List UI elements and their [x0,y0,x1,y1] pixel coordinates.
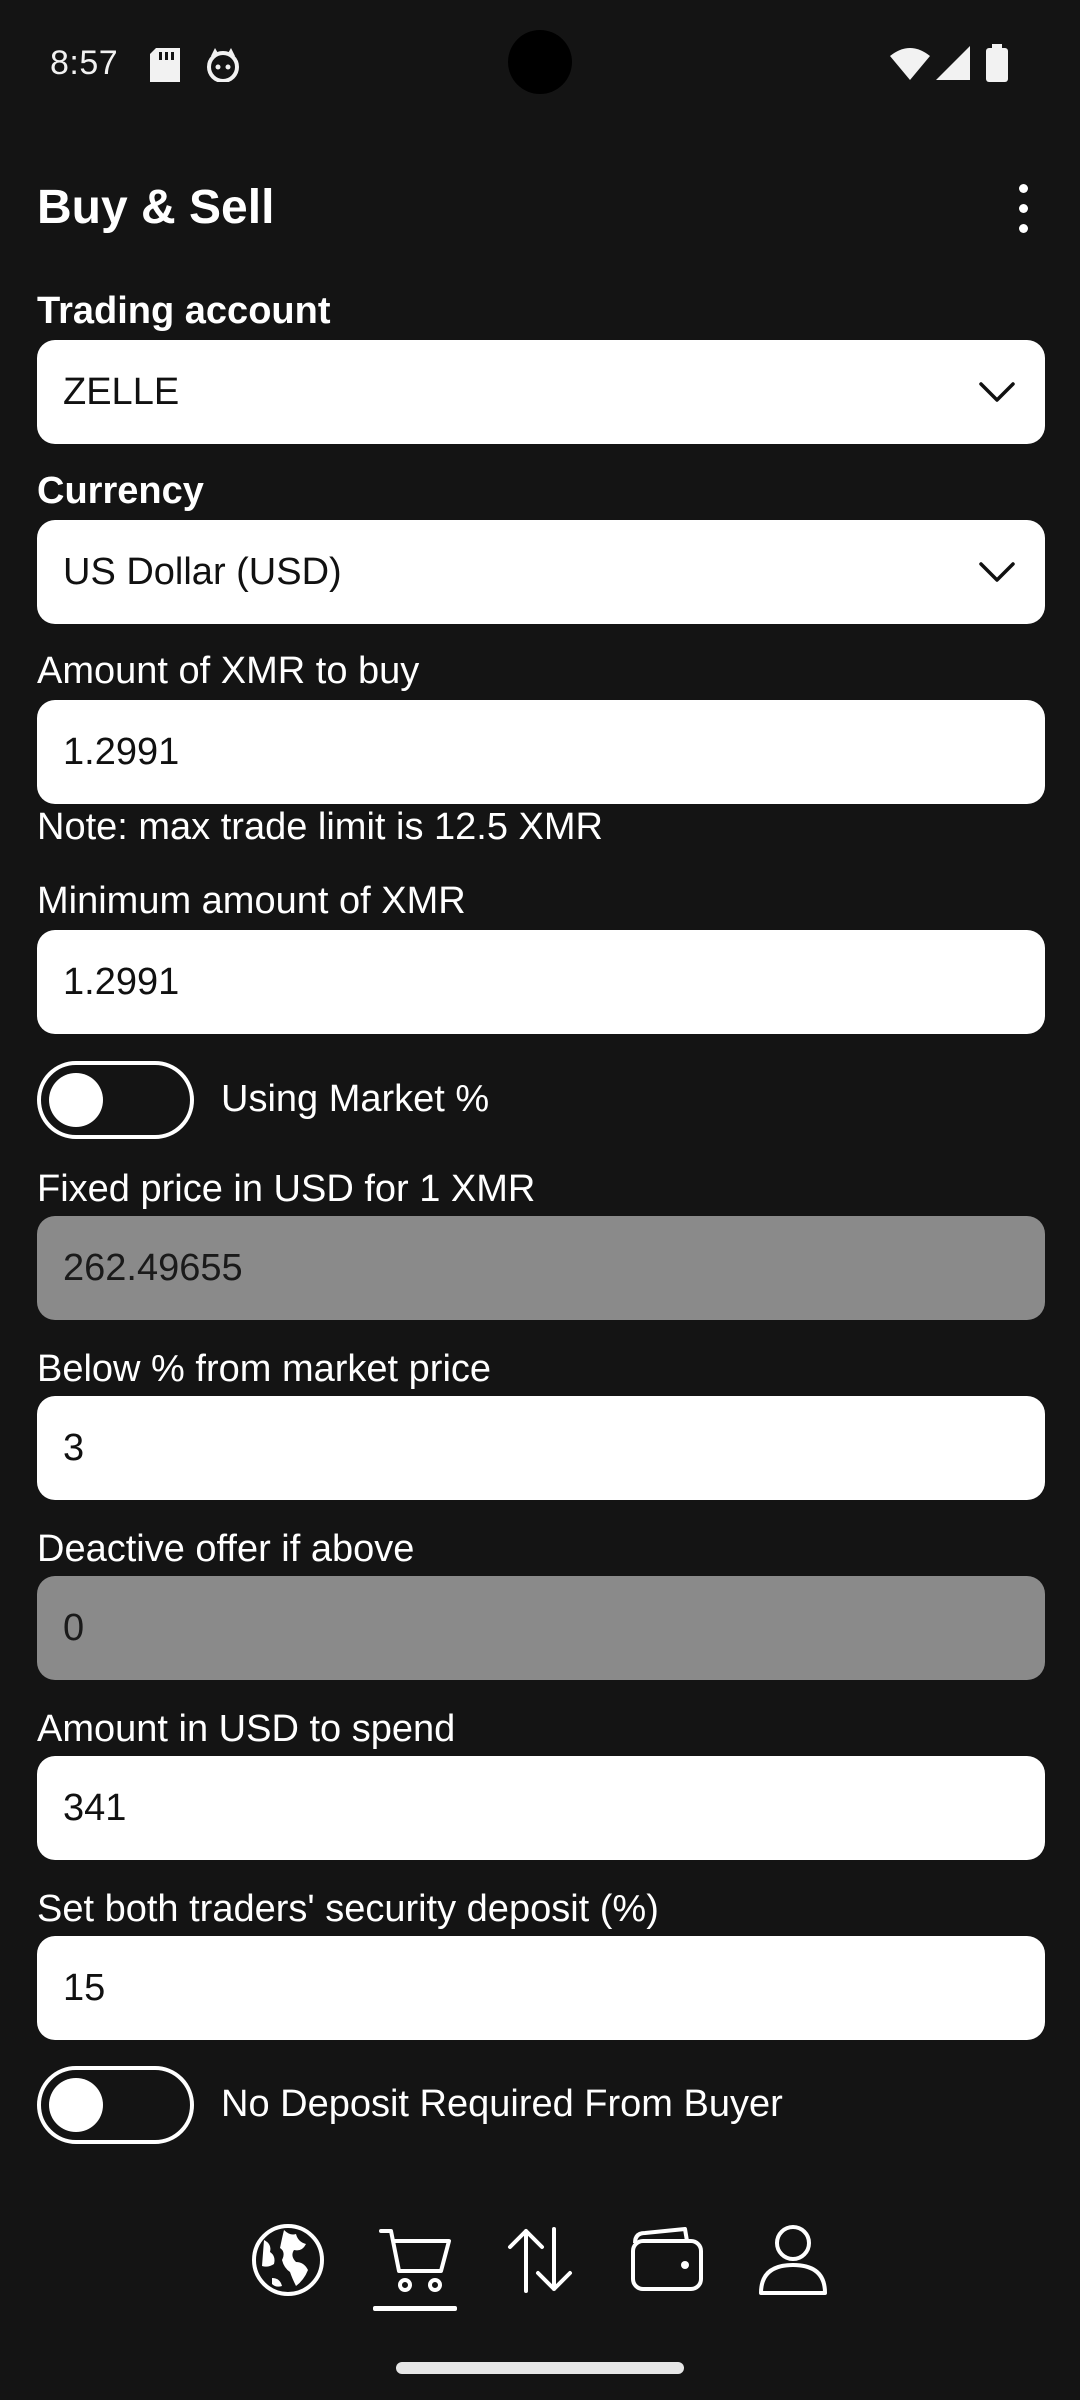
currency-value: US Dollar (USD) [63,550,342,593]
page-title: Buy & Sell [37,181,275,234]
no-deposit-label: No Deposit Required From Buyer [221,2083,783,2125]
home-indicator[interactable] [396,2362,684,2374]
nav-markets[interactable] [238,2210,338,2310]
amount-xmr-label: Amount of XMR to buy [37,650,420,692]
below-market-label: Below % from market price [37,1348,492,1390]
amount-xmr-value: 1.2991 [63,730,180,773]
currency-select[interactable]: US Dollar (USD) [37,520,1045,624]
chevron-down-icon [979,382,1015,402]
min-amount-xmr-value: 1.2991 [63,960,180,1003]
toggle-knob [49,1073,103,1127]
amount-xmr-input[interactable]: 1.2991 [37,700,1045,804]
fixed-price-label: Fixed price in USD for 1 XMR [37,1168,536,1210]
below-market-value: 3 [63,1426,85,1469]
deactivate-above-label: Deactive offer if above [37,1528,415,1570]
status-bar: 8:57 [0,0,1080,130]
amount-usd-value: 341 [63,1786,127,1829]
wifi-icon [890,46,930,85]
amount-usd-input[interactable]: 341 [37,1756,1045,1860]
globe-icon [252,2224,324,2296]
notification-cat-icon [205,48,241,87]
min-amount-xmr-input[interactable]: 1.2991 [37,930,1045,1034]
below-market-input[interactable]: 3 [37,1396,1045,1500]
security-deposit-input[interactable]: 15 [37,1936,1045,2040]
market-percent-toggle[interactable] [37,1061,194,1139]
market-percent-label: Using Market % [221,1078,490,1120]
sd-card-icon [150,48,180,87]
swap-icon [508,2227,572,2293]
currency-label: Currency [37,470,204,512]
nav-trades[interactable] [490,2210,590,2310]
chevron-down-icon [979,562,1015,582]
trading-account-select[interactable]: ZELLE [37,340,1045,444]
account-icon [759,2225,827,2295]
trading-account-value: ZELLE [63,370,180,413]
fixed-price-input: 262.49655 [37,1216,1045,1320]
security-deposit-label: Set both traders' security deposit (%) [37,1888,659,1930]
status-time: 8:57 [50,44,119,82]
nav-account[interactable] [743,2210,843,2310]
cart-icon [379,2229,451,2292]
nav-selected-indicator [373,2306,457,2311]
more-vert-icon[interactable] [1005,180,1041,236]
min-amount-xmr-label: Minimum amount of XMR [37,880,466,922]
no-deposit-toggle[interactable] [37,2066,194,2144]
nav-wallet[interactable] [617,2210,717,2310]
camera-cutout [508,30,572,94]
amount-usd-label: Amount in USD to spend [37,1708,456,1750]
trading-account-label: Trading account [37,290,331,332]
nav-buy-sell[interactable] [365,2210,465,2310]
trade-limit-note: Note: max trade limit is 12.5 XMR [37,806,603,848]
signal-icon [936,46,970,85]
security-deposit-value: 15 [63,1966,106,2009]
deactivate-above-input: 0 [37,1576,1045,1680]
fixed-price-value: 262.49655 [63,1246,243,1289]
buy-sell-screen: 8:57 Buy & Sell Trading account ZELLE Cu… [0,0,1080,2400]
wallet-icon [631,2227,703,2291]
deactivate-above-value: 0 [63,1606,85,1649]
toggle-knob [49,2078,103,2132]
battery-icon [986,44,1008,87]
